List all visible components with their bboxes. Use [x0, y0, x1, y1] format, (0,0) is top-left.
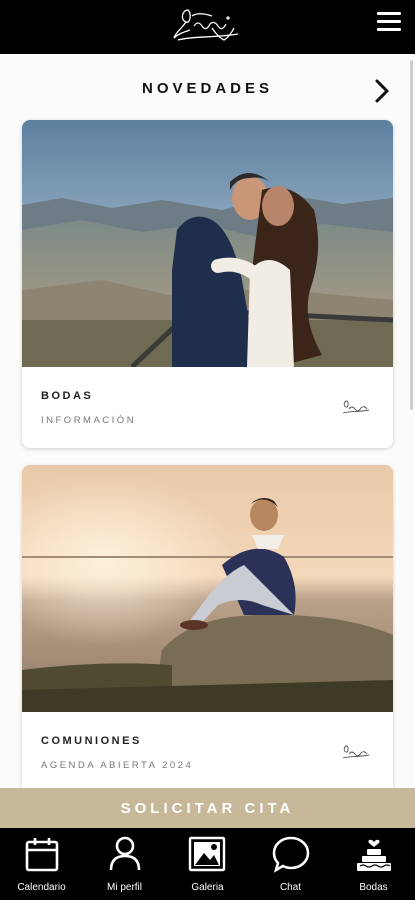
boy-sitting-on-rock-photo: [22, 465, 393, 712]
couple-kissing-photo: [22, 120, 393, 367]
profile-icon: [105, 834, 145, 874]
card-title: BODAS: [41, 390, 94, 402]
bottom-navigation: Calendario Mi perfil Galeria Chat Bodas: [0, 828, 415, 900]
news-card-comuniones[interactable]: COMUNIONES AGENDA ABIERTA 2024: [22, 465, 393, 795]
nav-item-bodas[interactable]: Bodas: [332, 828, 415, 900]
calendar-icon: [22, 834, 62, 874]
nav-label: Galeria: [191, 882, 224, 893]
top-bar: [0, 0, 415, 54]
request-appointment-button[interactable]: SOLICITAR CITA: [0, 788, 415, 828]
card-subtitle: AGENDA ABIERTA 2024: [41, 760, 194, 771]
brand-logo[interactable]: [168, 4, 248, 50]
app-screen: NOVEDADES BODAS INFORMACIÓN COMUNIONES A…: [0, 0, 415, 900]
nav-item-calendario[interactable]: Calendario: [0, 828, 83, 900]
section-title: NOVEDADES: [141, 80, 274, 97]
news-card-bodas[interactable]: BODAS INFORMACIÓN: [22, 120, 393, 448]
nav-label: Calendario: [17, 882, 66, 893]
section-header: NOVEDADES: [0, 68, 415, 112]
nav-label: Bodas: [359, 882, 388, 893]
card-logo-icon: [339, 397, 371, 419]
nav-label: Chat: [279, 882, 302, 893]
nav-label: Mi perfil: [106, 882, 142, 893]
chevron-right-icon[interactable]: [371, 76, 393, 106]
nav-item-galeria[interactable]: Galeria: [166, 828, 249, 900]
scroll-indicator[interactable]: [410, 60, 413, 410]
wedding-cake-icon: [354, 834, 394, 874]
nav-item-mi-perfil[interactable]: Mi perfil: [83, 828, 166, 900]
card-body: COMUNIONES AGENDA ABIERTA 2024: [22, 712, 393, 793]
card-body: BODAS INFORMACIÓN: [22, 367, 393, 448]
card-subtitle: INFORMACIÓN: [41, 415, 137, 426]
gallery-icon: [188, 834, 228, 874]
nav-item-chat[interactable]: Chat: [249, 828, 332, 900]
card-title: COMUNIONES: [41, 735, 142, 747]
chat-icon: [271, 834, 311, 874]
request-appointment-label: SOLICITAR CITA: [120, 799, 295, 817]
card-logo-icon: [339, 742, 371, 764]
hamburger-menu-icon[interactable]: [377, 12, 403, 34]
